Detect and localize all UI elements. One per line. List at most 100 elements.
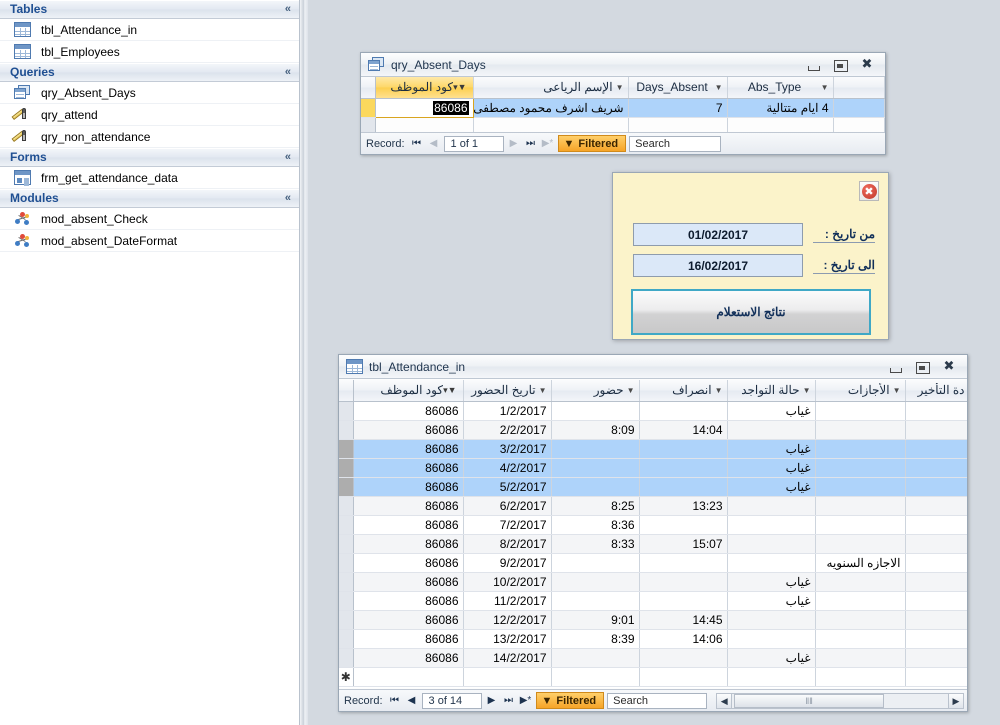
cell-emp-code[interactable]: 86086	[353, 591, 464, 611]
chevron-down-icon[interactable]: ▼	[818, 83, 829, 92]
cell-presence-status[interactable]	[727, 629, 816, 649]
chevron-down-icon[interactable]: ▼	[624, 386, 635, 395]
cell-presence-status[interactable]	[727, 496, 816, 516]
cell-check-in[interactable]	[551, 667, 640, 687]
last-record-button[interactable]: ⏭	[524, 138, 538, 149]
table-window[interactable]: tbl_Attendance_in ✖ ▼▾ كود الموظف ▼ تاري…	[338, 354, 968, 712]
get-attendance-data-form[interactable]: ✖ 01/02/2017 من تاريخ : 16/02/2017 الى ت…	[612, 172, 889, 340]
query-col-days-absent[interactable]: Days_Absent ▼	[628, 77, 728, 99]
cell-late-duration[interactable]	[905, 496, 967, 516]
cell-check-in[interactable]: 8:39	[551, 629, 640, 649]
cell-check-out[interactable]	[639, 553, 728, 573]
chevron-down-icon[interactable]: ▼	[613, 83, 624, 92]
cell-emp-code[interactable]: 86086	[353, 553, 464, 573]
cell-emp-code[interactable]: 86086	[353, 439, 464, 459]
cell-leaves[interactable]	[815, 439, 906, 459]
nav-item-mod_absent_DateFormat[interactable]: mod_absent_DateFormat	[0, 230, 299, 252]
cell-check-in[interactable]: 9:01	[551, 610, 640, 630]
next-record-button[interactable]: ▶	[485, 695, 499, 706]
cell-check-out[interactable]	[639, 667, 728, 687]
cell-presence-status[interactable]	[727, 515, 816, 535]
chevron-down-icon[interactable]: ▼	[800, 386, 811, 395]
cell-leaves[interactable]	[815, 629, 906, 649]
cell-emp-code[interactable]: 86086	[353, 534, 464, 554]
last-record-button[interactable]: ⏭	[502, 695, 516, 706]
cell-presence-status[interactable]: غياب	[727, 477, 816, 497]
row-selector[interactable]	[339, 496, 354, 516]
cell-leaves[interactable]	[815, 496, 906, 516]
query-datasheet[interactable]: ▼▾ كود الموظف ▼ الإسم الرياعى Days_Absen…	[361, 77, 885, 137]
new-record-row[interactable]: ✱	[339, 667, 967, 687]
horizontal-scrollbar[interactable]: ◀ ‖‖ ▶	[716, 692, 964, 709]
row-selector[interactable]	[339, 553, 354, 573]
record-position[interactable]: 3 of 14	[421, 692, 482, 709]
table-row[interactable]: 86086 6/2/2017 8:25 13:23	[339, 496, 967, 516]
filter-icon[interactable]: ▼▾	[443, 385, 458, 396]
chevron-up-icon[interactable]: «	[285, 189, 291, 208]
minimize-icon[interactable]	[887, 360, 903, 374]
cell-late-duration[interactable]	[905, 401, 967, 421]
select-all-corner[interactable]	[361, 77, 376, 99]
cell-presence-status[interactable]	[727, 534, 816, 554]
chevron-up-icon[interactable]: «	[285, 0, 291, 19]
cell-leaves[interactable]	[815, 610, 906, 630]
cell-check-out[interactable]: 14:45	[639, 610, 728, 630]
attendance-datasheet[interactable]: ▼▾ كود الموظف ▼ تاريخ الحضور ▼ حضور ▼ ان…	[339, 380, 967, 687]
nav-group-header-forms[interactable]: Forms «	[0, 148, 299, 167]
cell-check-out[interactable]	[639, 515, 728, 535]
cell-presence-status[interactable]: غياب	[727, 648, 816, 668]
table-row[interactable]: 86086 12/2/2017 9:01 14:45	[339, 610, 967, 630]
nav-item-frm_get_attendance_data[interactable]: frm_get_attendance_data	[0, 167, 299, 189]
table-row[interactable]: 86086 13/2/2017 8:39 14:06	[339, 629, 967, 649]
filter-toggle-button[interactable]: ▼ Filtered	[557, 135, 627, 152]
table-record-navigator[interactable]: Record: ⏮ ◀ 3 of 14 ▶ ⏭ ▶* ▼ Filtered Se…	[339, 689, 967, 711]
col-presence-status[interactable]: ▼ حالة التواجد	[727, 380, 816, 402]
query-col-abs-type[interactable]: Abs_Type ▼	[727, 77, 834, 99]
row-selector[interactable]	[339, 420, 354, 440]
cell-abs-type[interactable]: 4 ايام متتالية	[727, 98, 834, 118]
cell-emp-code[interactable]: 86086	[353, 572, 464, 592]
cell-leaves[interactable]	[815, 477, 906, 497]
cell-attend-date[interactable]: 8/2/2017	[463, 534, 552, 554]
cell-check-out[interactable]	[639, 458, 728, 478]
row-selector[interactable]	[339, 629, 354, 649]
cell-check-out[interactable]: 15:07	[639, 534, 728, 554]
scrollbar-thumb[interactable]: ‖‖	[734, 693, 885, 708]
cell-attend-date[interactable]: 7/2/2017	[463, 515, 552, 535]
cell-check-out[interactable]: 14:04	[639, 420, 728, 440]
cell-emp-code[interactable]: 86086	[353, 610, 464, 630]
cell-check-in[interactable]	[551, 572, 640, 592]
record-position[interactable]: 1 of 1	[443, 135, 504, 152]
row-selector[interactable]	[339, 477, 354, 497]
filter-toggle-button[interactable]: ▼ Filtered	[535, 692, 605, 709]
query-row[interactable]: 86086 شريف اشرف محمود مصطفى 7 4 ايام متتالي…	[361, 97, 885, 118]
cell-late-duration[interactable]	[905, 553, 967, 573]
cell-check-in[interactable]	[551, 591, 640, 611]
cell-emp-code[interactable]: 86086	[353, 496, 464, 516]
cell-emp-code[interactable]	[353, 667, 464, 687]
cell-check-in[interactable]	[551, 477, 640, 497]
row-selector[interactable]	[339, 534, 354, 554]
cell-late-duration[interactable]	[905, 515, 967, 535]
cell-check-out[interactable]	[639, 477, 728, 497]
table-window-titlebar[interactable]: tbl_Attendance_in ✖	[339, 355, 967, 379]
row-selector[interactable]	[339, 439, 354, 459]
cell-check-in[interactable]: 8:36	[551, 515, 640, 535]
row-selector[interactable]	[339, 591, 354, 611]
nav-group-header-queries[interactable]: Queries «	[0, 63, 299, 82]
cell-late-duration[interactable]	[905, 477, 967, 497]
table-row[interactable]: 86086 14/2/2017 غياب	[339, 648, 967, 668]
cell-leaves[interactable]	[815, 667, 906, 687]
nav-item-tbl_Employees[interactable]: tbl_Employees	[0, 41, 299, 63]
cell-attend-date[interactable]: 4/2/2017	[463, 458, 552, 478]
cell-employee-name[interactable]: شريف اشرف محمود مصطفى	[473, 98, 629, 118]
cell-leaves[interactable]	[815, 648, 906, 668]
query-col-name[interactable]: ▼ الإسم الرياعى	[473, 77, 629, 99]
row-selector[interactable]	[339, 458, 354, 478]
cell-leaves[interactable]	[815, 401, 906, 421]
cell-check-in[interactable]	[551, 648, 640, 668]
cell-emp-code[interactable]: 86086	[353, 420, 464, 440]
cell-presence-status[interactable]: غياب	[727, 572, 816, 592]
col-leaves[interactable]: ▼ الأجازات	[815, 380, 906, 402]
row-selector[interactable]	[339, 648, 354, 668]
